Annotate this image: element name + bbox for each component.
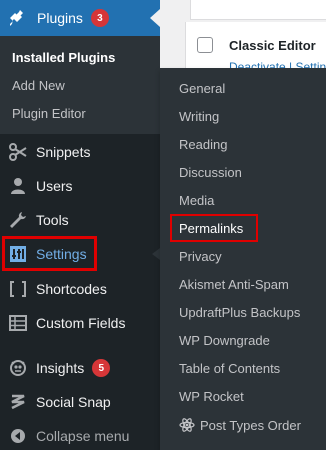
- sidebar-item-label: Tools: [36, 212, 69, 228]
- submenu-add-new[interactable]: Add New: [12, 78, 65, 93]
- flyout-item-general[interactable]: General: [179, 81, 225, 96]
- insights-badge: 5: [92, 359, 111, 377]
- flyout-item-wp-downgrade[interactable]: WP Downgrade: [179, 333, 270, 348]
- flyout-item-updraftplus[interactable]: UpdraftPlus Backups: [179, 305, 300, 320]
- flyout-item-akismet[interactable]: Akismet Anti-Spam: [179, 277, 289, 292]
- users-icon: [8, 176, 28, 196]
- sidebar-item-label: Insights: [36, 360, 85, 376]
- insights-icon: [8, 358, 28, 378]
- sidebar-item-label: Social Snap: [36, 394, 111, 410]
- submenu-installed-plugins[interactable]: Installed Plugins: [12, 50, 115, 65]
- flyout-item-wp-rocket[interactable]: WP Rocket: [179, 389, 244, 404]
- plugin-row-checkbox[interactable]: [197, 37, 213, 53]
- brackets-icon: [8, 279, 28, 299]
- flyout-item-reading[interactable]: Reading: [179, 137, 227, 152]
- sidebar-item-snippets[interactable]: Snippets: [0, 135, 160, 169]
- sidebar-item-label: Shortcodes: [36, 281, 107, 297]
- wrench-icon: [8, 210, 28, 230]
- collapse-menu-button[interactable]: Collapse menu: [0, 419, 160, 450]
- settings-flyout-pointer: [152, 248, 160, 260]
- submenu-plugin-editor[interactable]: Plugin Editor: [12, 106, 86, 121]
- sidebar-item-users[interactable]: Users: [0, 169, 160, 203]
- sidebar-item-social-snap[interactable]: Social Snap: [0, 385, 160, 419]
- sidebar-item-label: Snippets: [36, 144, 91, 160]
- collapse-arrow-icon: [8, 426, 28, 446]
- plugin-row-actions[interactable]: Deactivate | Settings: [229, 60, 326, 68]
- sidebar-item-tools[interactable]: Tools: [0, 203, 160, 237]
- sidebar-item-custom-fields[interactable]: Custom Fields: [0, 306, 160, 340]
- plugin-icon: [9, 9, 27, 27]
- sidebar-item-label: Custom Fields: [36, 315, 126, 331]
- plugins-update-badge: 3: [90, 9, 109, 27]
- grid-table-icon: [8, 313, 28, 333]
- current-menu-pointer: [150, 9, 160, 27]
- sidebar-item-plugins[interactable]: Plugins 3: [0, 0, 160, 36]
- permalinks-highlight-box: [170, 214, 258, 242]
- social-snap-icon: [8, 392, 28, 412]
- settings-flyout-menu: General Writing Reading Discussion Media…: [160, 68, 326, 450]
- flyout-item-post-types-order[interactable]: Post Types Order: [179, 417, 301, 433]
- admin-sidebar: Plugins 3 Installed Plugins Add New Plug…: [0, 0, 160, 450]
- flyout-item-label: Post Types Order: [200, 417, 301, 433]
- sidebar-item-label: Users: [36, 178, 73, 194]
- flyout-item-discussion[interactable]: Discussion: [179, 165, 242, 180]
- plugin-row-title: Classic Editor: [229, 38, 316, 53]
- list-header-strip: [190, 0, 326, 20]
- plugins-submenu: Installed Plugins Add New Plugin Editor: [0, 36, 160, 134]
- sidebar-item-shortcodes[interactable]: Shortcodes: [0, 272, 160, 306]
- flyout-item-privacy[interactable]: Privacy: [179, 249, 222, 264]
- atom-icon: [179, 417, 195, 433]
- sidebar-item-label: Plugins: [37, 10, 83, 26]
- flyout-item-writing[interactable]: Writing: [179, 109, 219, 124]
- settings-highlight-box: [2, 236, 97, 271]
- scissors-icon: [8, 142, 28, 162]
- sidebar-item-label: Collapse menu: [36, 428, 130, 444]
- sidebar-item-insights[interactable]: Insights 5: [0, 351, 160, 385]
- flyout-item-media[interactable]: Media: [179, 193, 214, 208]
- flyout-item-table-of-contents[interactable]: Table of Contents: [179, 361, 280, 376]
